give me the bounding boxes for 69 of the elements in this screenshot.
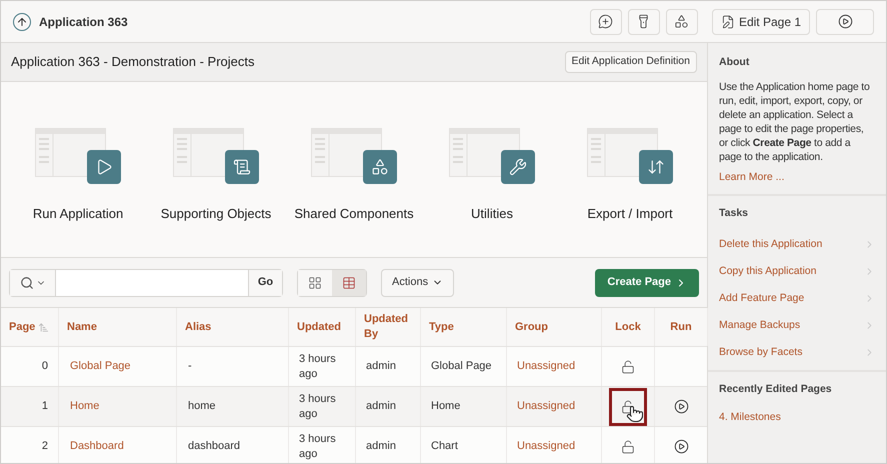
table-row[interactable]: 1 Home home 3 hours ago admin Home Unassigned (1, 387, 707, 427)
table-cell-text: dashboard (188, 439, 240, 454)
flashlight-icon[interactable] (628, 8, 660, 34)
tile-label[interactable]: Utilities (471, 204, 513, 223)
page-edit-icon (720, 14, 735, 28)
column-header[interactable]: Lock (615, 320, 641, 334)
tile-label[interactable]: Run Application (32, 204, 124, 223)
tasks-heading: Tasks (719, 206, 749, 220)
search-field[interactable]: Go (9, 268, 283, 296)
table-cell-text: admin (366, 439, 396, 454)
column-header[interactable]: Type (429, 320, 454, 334)
run-icon[interactable] (674, 439, 689, 454)
task-link[interactable]: Browse by Facets (719, 344, 802, 361)
about-text: Use the Application home page to run, edit, import, export, copy, or delete an application. Select a page to edit the page properties, or click Create Page to add a page to the application. (719, 80, 871, 164)
page-name-link[interactable]: Dashboard (70, 438, 124, 455)
recent-page-link[interactable]: 4. Milestones (719, 410, 875, 426)
about-heading: About (719, 55, 750, 70)
page-name-link[interactable]: Global Page (70, 358, 131, 375)
unlocked-icon[interactable] (609, 388, 647, 426)
application-title: Application 363 (39, 14, 128, 30)
table-cell-text: Chart (431, 439, 458, 454)
shapes-icon[interactable] (666, 8, 698, 34)
table-cell-text: Global Page (431, 359, 492, 374)
page-name-link[interactable]: Home (70, 398, 100, 415)
column-header[interactable]: Page (9, 320, 36, 334)
column-header[interactable]: Group (515, 320, 548, 334)
table-cell-text: 3 hours ago (299, 352, 337, 382)
edit-page-button[interactable]: Edit Page 1 (712, 8, 810, 34)
table-cell-text: 1 (42, 399, 48, 414)
edit-application-definition-button[interactable]: Edit Application Definition (564, 51, 697, 73)
run-page-icon[interactable] (816, 8, 874, 34)
task-link[interactable]: Add Feature Page (719, 290, 804, 307)
search-icon[interactable] (10, 270, 56, 296)
table-cell-text: home (188, 399, 216, 414)
actions-button[interactable]: Actions (381, 268, 454, 296)
table-row[interactable]: 0 Global Page - 3 hours ago admin Global Page Unassigned (1, 347, 707, 387)
table-cell-text: 0 (42, 359, 48, 374)
table-cell-text: admin (366, 399, 396, 414)
unlocked-icon[interactable] (620, 438, 636, 454)
task-link[interactable]: Delete this Application (719, 236, 822, 253)
group-link[interactable]: Unassigned (517, 398, 576, 415)
table-cell-text: Home (431, 399, 460, 414)
task-link[interactable]: Copy this Application (719, 264, 816, 280)
tile-label[interactable]: Export / Import (587, 204, 673, 223)
table-cell-text: admin (366, 359, 396, 374)
report-view-icon[interactable] (332, 270, 366, 296)
column-header[interactable]: Updated By (364, 312, 412, 342)
tile-label[interactable]: Shared Components (294, 204, 414, 223)
table-cell-text: 3 hours ago (299, 432, 337, 462)
region-title: Application 363 - Demonstration - Projects (11, 53, 255, 72)
column-header[interactable]: Name (67, 320, 97, 334)
column-header[interactable]: Alias (185, 320, 212, 334)
tile-label[interactable]: Supporting Objects (160, 204, 272, 223)
create-page-button[interactable]: Create Page (595, 268, 699, 296)
comment-add-icon[interactable] (590, 8, 622, 34)
recent-pages-heading: Recently Edited Pages (719, 382, 833, 398)
go-button[interactable]: Go (248, 270, 282, 296)
table-cell-text: - (188, 359, 192, 374)
run-icon[interactable] (674, 399, 689, 414)
group-link[interactable]: Unassigned (517, 358, 576, 375)
column-header[interactable]: Run (670, 320, 692, 334)
unlocked-icon[interactable] (620, 358, 636, 374)
table-row[interactable]: 2 Dashboard dashboard 3 hours ago admin Chart Unassigned (1, 427, 707, 463)
table-cell-text: 3 hours ago (299, 392, 337, 422)
table-cell-text: 2 (42, 439, 48, 454)
column-header[interactable]: Updated (297, 320, 341, 334)
learn-more-link[interactable]: Learn More ... (719, 170, 875, 186)
group-link[interactable]: Unassigned (517, 438, 576, 455)
task-link[interactable]: Manage Backups (719, 318, 800, 334)
